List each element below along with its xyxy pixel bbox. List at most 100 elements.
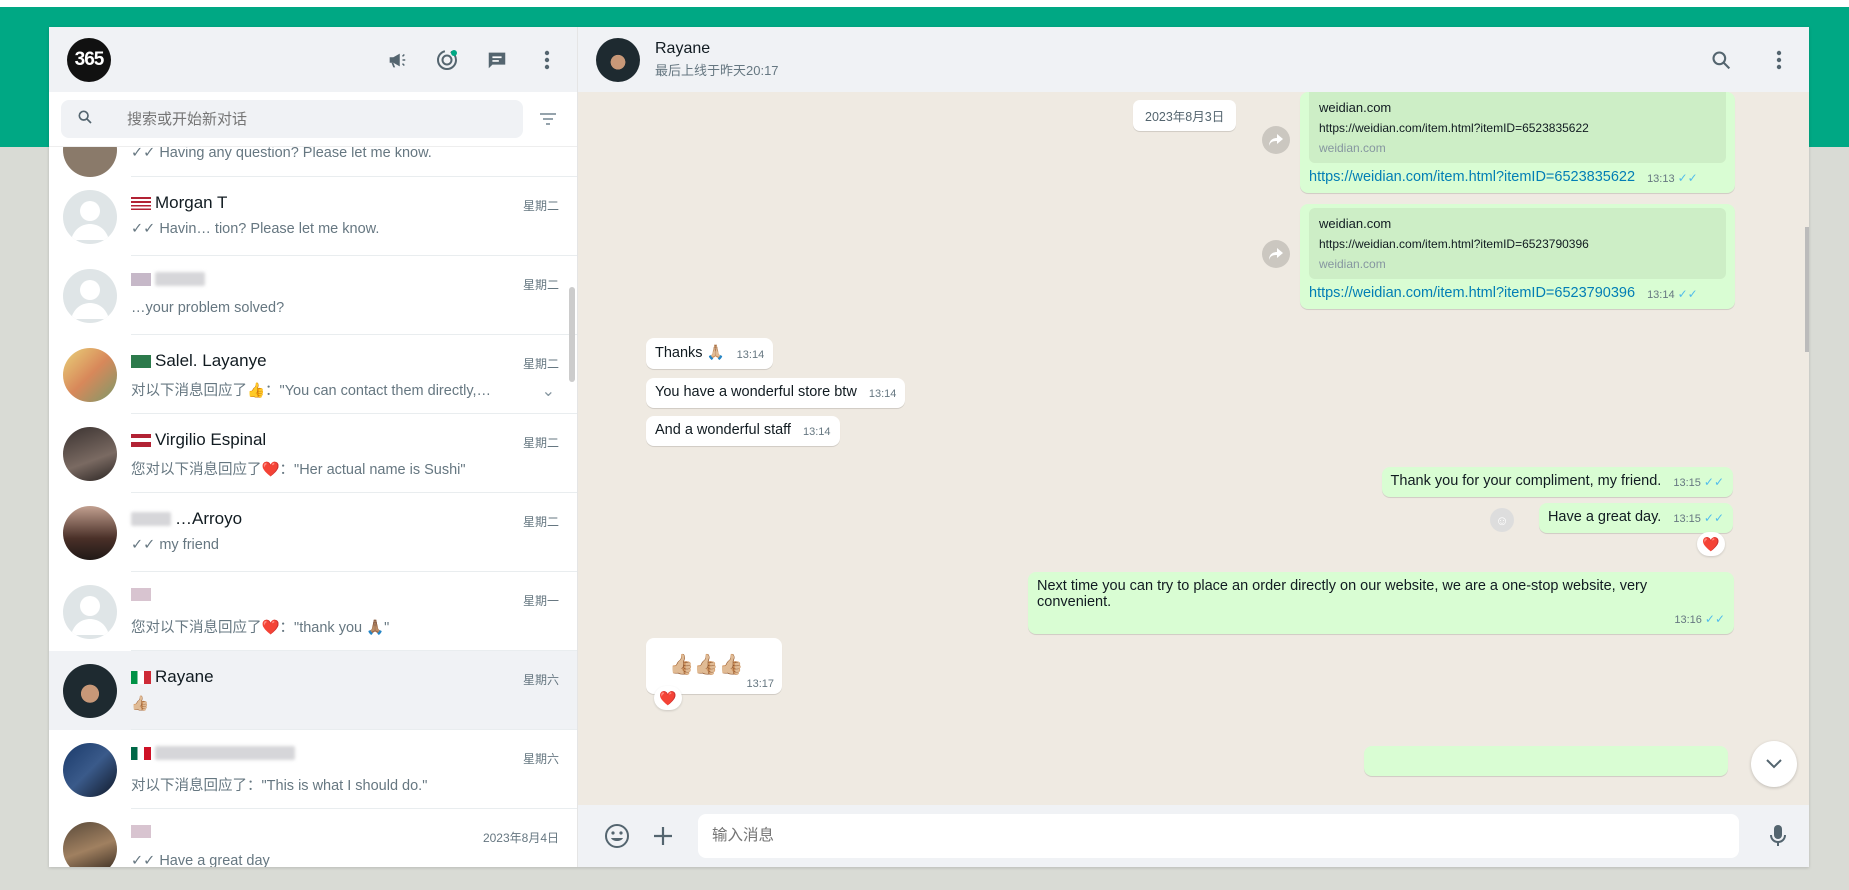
- search-box: [61, 100, 523, 138]
- menu-icon[interactable]: [533, 46, 561, 74]
- chat-list-scrollbar[interactable]: [569, 287, 575, 382]
- chat-time: 星期二: [522, 357, 559, 371]
- message-bubble-out[interactable]: [1364, 746, 1728, 776]
- search-input[interactable]: [127, 110, 467, 128]
- link-card-domain: weidian.com: [1319, 257, 1386, 271]
- chevron-down-icon[interactable]: ⌄: [542, 381, 555, 401]
- read-ticks-icon: ✓✓: [1677, 287, 1698, 301]
- message-time: 13:14: [736, 349, 765, 361]
- chat-item[interactable]: 2023年8月4日 ✓✓ Have a great day: [49, 809, 577, 867]
- message-bubble-in[interactable]: You have a wonderful store btw 13:14: [646, 378, 906, 408]
- top-band-edge: [0, 0, 1849, 7]
- megaphone-icon[interactable]: [383, 46, 411, 74]
- chat-item-active[interactable]: Rayane 星期六 👍🏼: [49, 651, 577, 730]
- new-chat-icon[interactable]: [483, 46, 511, 74]
- chat-item[interactable]: 星期六 对以下消息回应了："This is what I should do.": [49, 730, 577, 809]
- avatar: [63, 742, 117, 797]
- link-preview-card[interactable]: weidian.com https://weidian.com/item.htm…: [1309, 208, 1726, 279]
- chat-item[interactable]: ✓✓ Having any question? Please let me kn…: [49, 147, 577, 177]
- chat-preview: ✓✓ my friend: [131, 537, 219, 553]
- message-scrollbar[interactable]: [1805, 227, 1809, 352]
- flag-icon: [131, 670, 151, 684]
- read-ticks-icon: ✓✓: [1703, 475, 1724, 489]
- emoji-react-icon[interactable]: ☺: [1490, 508, 1514, 532]
- chat-preview: 您对以下消息回应了❤️："Her actual name is Sushi": [131, 462, 466, 478]
- link-card-url: https://weidian.com/item.html?itemID=652…: [1319, 237, 1589, 251]
- app-window: 365 搜索或开始新对话 ✓✓ Having any question? Ple…: [49, 27, 1809, 867]
- chat-item[interactable]: Salel. Layanye 星期二 对以下消息回应了👍："You can co…: [49, 335, 577, 414]
- heart-reaction-icon[interactable]: ❤️: [1697, 532, 1725, 556]
- chat-item[interactable]: 星期一 您对以下消息回应了❤️："thank you 🙏🏽": [49, 572, 577, 651]
- chat-list: ✓✓ Having any question? Please let me kn…: [49, 147, 577, 867]
- message-text: You have a wonderful store btw: [655, 384, 857, 400]
- flag-icon: [131, 588, 151, 601]
- link-card-url: https://weidian.com/item.html?itemID=652…: [1319, 121, 1589, 135]
- chat-time: 星期二: [522, 515, 559, 529]
- chat-preview: 对以下消息回应了："This is what I should do.": [131, 778, 428, 794]
- sidebar: 365 搜索或开始新对话 ✓✓ Having any question? Ple…: [49, 27, 578, 867]
- message-bubble-out[interactable]: weidian.com https://weidian.com/item.htm…: [1300, 92, 1735, 193]
- chat-name: Salel. Layanye: [155, 351, 267, 370]
- message-bubble-out[interactable]: Have a great day. 13:15 ✓✓: [1538, 503, 1733, 533]
- avatar: [63, 821, 117, 867]
- chat-preview: ✓✓ Have a great day: [131, 853, 270, 867]
- message-link[interactable]: https://weidian.com/item.html?itemID=652…: [1309, 285, 1635, 301]
- message-link[interactable]: https://weidian.com/item.html?itemID=652…: [1309, 169, 1635, 185]
- emoji-icon[interactable]: [602, 821, 632, 851]
- message-bubble-in[interactable]: And a wonderful staff 13:14: [646, 416, 840, 446]
- message-time: 13:17: [746, 678, 774, 690]
- read-ticks-icon: ✓✓: [1703, 511, 1724, 525]
- link-card-title: weidian.com: [1319, 216, 1392, 231]
- chat-item[interactable]: 星期二 …your problem solved?: [49, 256, 577, 335]
- forward-icon[interactable]: [1262, 126, 1290, 154]
- link-preview-card[interactable]: weidian.com https://weidian.com/item.htm…: [1309, 92, 1726, 163]
- scroll-down-button[interactable]: [1751, 741, 1797, 787]
- message-text: And a wonderful staff: [655, 422, 791, 438]
- avatar: [63, 268, 117, 323]
- contact-avatar[interactable]: [596, 37, 640, 82]
- chat-time: 2023年8月4日: [482, 831, 559, 845]
- chat-time: 星期一: [522, 594, 559, 608]
- menu-icon[interactable]: [1765, 46, 1793, 74]
- chat-item[interactable]: …Arroyo 星期二 ✓✓ my friend: [49, 493, 577, 572]
- heart-reaction-icon[interactable]: ❤️: [654, 686, 682, 710]
- avatar: [63, 189, 117, 244]
- chat-preview: 您对以下消息回应了❤️："thank you 🙏🏽": [131, 620, 390, 636]
- redacted-name: [131, 512, 171, 526]
- chat-time: 星期六: [522, 673, 559, 687]
- read-ticks-icon: ✓✓: [1704, 612, 1725, 626]
- contact-name[interactable]: Rayane: [655, 40, 779, 60]
- flag-icon: [131, 746, 151, 760]
- forward-icon[interactable]: [1262, 240, 1290, 268]
- status-icon[interactable]: [433, 46, 461, 74]
- message-time: 13:14: [868, 388, 897, 400]
- message-input[interactable]: [698, 814, 1739, 858]
- chat-time: 星期二: [522, 436, 559, 450]
- avatar: [63, 147, 117, 177]
- message-area: 2023年8月3日 weidian.com https://weidian.co…: [578, 92, 1809, 805]
- flag-icon: [131, 825, 151, 838]
- chat-name: Rayane: [155, 667, 214, 686]
- chat-preview: 👍🏼: [131, 696, 150, 712]
- chat-time: 星期二: [522, 278, 559, 292]
- microphone-icon[interactable]: [1763, 821, 1793, 851]
- message-text: Thanks 🙏🏼: [655, 345, 725, 361]
- message-bubble-out[interactable]: Thank you for your compliment, my friend…: [1381, 467, 1733, 497]
- flag-icon: [131, 433, 151, 447]
- filter-icon[interactable]: [531, 111, 565, 127]
- search-icon[interactable]: [1707, 46, 1735, 74]
- chat-item[interactable]: Virgilio Espinal 星期二 您对以下消息回应了❤️："Her ac…: [49, 414, 577, 493]
- chat-preview: 对以下消息回应了👍："You can contact them directly…: [131, 383, 492, 399]
- conversation-header: Rayane 最后上线于昨天20:17: [578, 27, 1809, 92]
- flag-icon: [131, 272, 151, 286]
- read-ticks-icon: ✓✓: [1677, 171, 1698, 185]
- flag-icon: [131, 196, 151, 210]
- chat-item[interactable]: Morgan T 星期二 ✓✓ Havin… tion? Please let …: [49, 177, 577, 256]
- message-bubble-out[interactable]: Next time you can try to place an order …: [1028, 572, 1734, 634]
- attach-plus-icon[interactable]: [648, 821, 678, 851]
- message-bubble-out[interactable]: weidian.com https://weidian.com/item.htm…: [1300, 204, 1735, 309]
- app-logo[interactable]: 365: [67, 37, 111, 82]
- message-time: 13:15: [1673, 513, 1701, 525]
- message-bubble-in[interactable]: Thanks 🙏🏼 13:14: [646, 338, 774, 369]
- message-time: 13:13: [1647, 173, 1675, 185]
